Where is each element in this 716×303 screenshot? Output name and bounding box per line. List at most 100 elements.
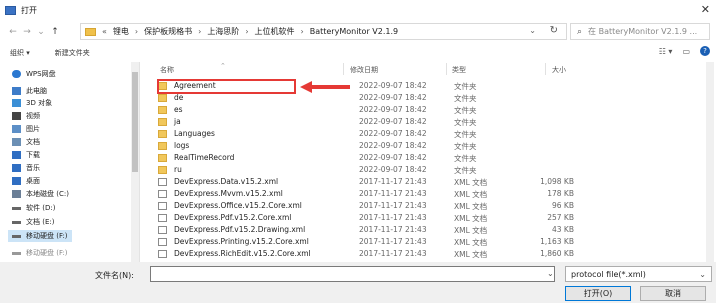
folder-row[interactable]: Languages 2022-09-07 18:42 文件夹 <box>154 128 624 140</box>
file-row[interactable]: DevExpress.Pdf.v15.2.Drawing.xml 2017-11-… <box>154 224 624 236</box>
organize-button[interactable]: 组织 ▾ <box>10 48 30 58</box>
scrollbar-thumb[interactable] <box>132 72 138 172</box>
breadcrumb-item[interactable]: 锂电 <box>113 26 129 37</box>
file-type: 文件夹 <box>454 82 477 91</box>
file-type: XML 文档 <box>454 202 488 211</box>
sidebar-item-drive-d[interactable]: 软件 (D:) <box>12 203 55 213</box>
sidebar-item-downloads[interactable]: 下载 <box>12 150 40 160</box>
cube-icon <box>12 99 21 107</box>
sidebar-item-documents[interactable]: 文档 <box>12 137 40 147</box>
folder-row[interactable]: logs 2022-09-07 18:42 文件夹 <box>154 140 624 152</box>
file-name: DevExpress.Mvvm.v15.2.xml <box>174 189 283 198</box>
file-date: 2017-11-17 21:43 <box>359 189 427 198</box>
file-row[interactable]: DevExpress.Data.v15.2.xml 2017-11-17 21:4… <box>154 176 624 188</box>
file-type: XML 文档 <box>454 226 488 235</box>
file-list-scrollbar[interactable] <box>706 62 714 262</box>
xml-file-icon <box>158 214 167 222</box>
file-type: 文件夹 <box>454 154 477 163</box>
view-options-icon[interactable]: ☷ ▾ <box>659 47 673 56</box>
search-icon: ⌕ <box>577 26 583 37</box>
filetype-value: protocol file(*.xml) <box>571 270 646 279</box>
column-header-date[interactable]: 修改日期 <box>350 65 378 75</box>
sidebar-item-drive-f[interactable]: 移动硬盘 (F:) <box>8 230 72 242</box>
chevron-right-icon[interactable]: › <box>301 27 304 36</box>
drive-icon <box>12 190 21 198</box>
file-size: 1,163 KB <box>540 237 574 246</box>
agreement-highlight-box <box>157 79 296 94</box>
back-icon[interactable]: ← <box>6 27 20 37</box>
chevron-down-icon[interactable]: ⌄ <box>529 26 536 35</box>
open-button[interactable]: 打开(O) <box>565 286 631 301</box>
file-name: logs <box>174 141 190 150</box>
sidebar-item-wps-cloud[interactable]: WPS网盘 <box>12 69 56 79</box>
forward-icon[interactable]: → <box>20 27 34 37</box>
folder-row[interactable]: ja 2022-09-07 18:42 文件夹 <box>154 116 624 128</box>
folder-row[interactable]: es 2022-09-07 18:42 文件夹 <box>154 104 624 116</box>
filename-input[interactable] <box>150 266 555 282</box>
up-icon[interactable]: ↑ <box>48 27 62 37</box>
sidebar-item-label: 软件 (D:) <box>26 204 56 212</box>
sidebar-item-label: WPS网盘 <box>26 70 56 78</box>
file-date: 2022-09-07 18:42 <box>359 129 427 138</box>
file-row[interactable]: DevExpress.Mvvm.v15.2.xml 2017-11-17 21:4… <box>154 188 624 200</box>
search-input[interactable]: ⌕ 在 BatteryMonitor V2.1.9 ... <box>570 23 710 40</box>
filetype-select[interactable]: protocol file(*.xml) ⌄ <box>565 266 712 282</box>
file-row[interactable]: DevExpress.RichEdit.v15.2.Core.xml 2017-1… <box>154 248 624 260</box>
cancel-button[interactable]: 取消 <box>640 286 706 301</box>
view-controls: ☷ ▾ ▭ ? <box>659 46 710 56</box>
chevron-right-icon[interactable]: › <box>245 27 248 36</box>
refresh-icon[interactable]: ↻ <box>550 25 558 36</box>
preview-pane-icon[interactable]: ▭ <box>682 47 690 56</box>
chevron-down-icon[interactable]: ⌄ <box>547 269 554 278</box>
file-row[interactable]: DevExpress.Printing.v15.2.Core.xml 2017-1… <box>154 236 624 248</box>
breadcrumb-item[interactable]: BatteryMonitor V2.1.9 <box>310 27 398 36</box>
sidebar-item-drive-c[interactable]: 本地磁盘 (C:) <box>12 189 69 199</box>
sidebar-item-drive-f-2[interactable]: 移动硬盘 (F:) <box>12 248 68 258</box>
chevron-right-icon[interactable]: › <box>135 27 138 36</box>
sidebar-item-drive-e[interactable]: 文档 (E:) <box>12 217 54 227</box>
column-divider[interactable] <box>446 63 447 75</box>
file-date: 2022-09-07 18:42 <box>359 81 427 90</box>
column-divider[interactable] <box>545 63 546 75</box>
breadcrumb-item[interactable]: 上海思阶 <box>207 26 239 37</box>
breadcrumb-item[interactable]: 上位机软件 <box>255 26 295 37</box>
image-icon <box>12 125 21 133</box>
file-row[interactable]: DevExpress.Office.v15.2.Core.xml 2017-11-… <box>154 200 624 212</box>
column-header-type[interactable]: 类型 <box>452 65 466 75</box>
breadcrumb-item[interactable]: 保护板规格书 <box>144 26 192 37</box>
close-icon[interactable]: ✕ <box>701 3 710 16</box>
file-name: Languages <box>174 129 215 138</box>
drive-icon <box>12 206 21 210</box>
sidebar-item-label: 移动硬盘 (F:) <box>26 249 68 257</box>
help-icon[interactable]: ? <box>700 46 710 56</box>
cloud-icon <box>12 70 21 78</box>
folder-icon <box>158 166 167 174</box>
column-header-name[interactable]: 名称 <box>160 65 174 75</box>
command-bar: 组织 ▾ 新建文件夹 ☷ ▾ ▭ ? <box>0 44 716 62</box>
dialog-footer: 文件名(N): ⌄ protocol file(*.xml) ⌄ 打开(O) 取… <box>0 262 716 303</box>
sidebar-item-pictures[interactable]: 图片 <box>12 124 40 134</box>
chevron-right-icon[interactable]: › <box>198 27 201 36</box>
sidebar-item-desktop[interactable]: 桌面 <box>12 176 40 186</box>
recent-dropdown-icon[interactable]: ⌄ <box>34 27 48 37</box>
sidebar-scrollbar[interactable] <box>131 62 139 262</box>
sidebar-item-this-pc[interactable]: 此电脑 <box>12 86 47 96</box>
folder-row[interactable]: ru 2022-09-07 18:42 文件夹 <box>154 164 624 176</box>
file-row[interactable]: DevExpress.Pdf.v15.2.Core.xml 2017-11-17 … <box>154 212 624 224</box>
breadcrumb-overflow[interactable]: « <box>102 27 107 36</box>
file-date: 2022-09-07 18:42 <box>359 153 427 162</box>
sidebar-item-label: 3D 对象 <box>26 99 53 107</box>
file-type: XML 文档 <box>454 250 488 259</box>
xml-file-icon <box>158 250 167 258</box>
red-arrow-icon <box>300 81 350 93</box>
file-date: 2022-09-07 18:42 <box>359 93 427 102</box>
sidebar-item-3d-objects[interactable]: 3D 对象 <box>12 98 52 108</box>
sidebar-item-label: 此电脑 <box>26 87 47 95</box>
sidebar-item-videos[interactable]: 视频 <box>12 111 40 121</box>
new-folder-button[interactable]: 新建文件夹 <box>55 48 90 58</box>
folder-row[interactable]: RealTimeRecord 2022-09-07 18:42 文件夹 <box>154 152 624 164</box>
column-header-size[interactable]: 大小 <box>552 65 566 75</box>
sidebar-item-music[interactable]: 音乐 <box>12 163 40 173</box>
column-divider[interactable] <box>343 63 344 75</box>
address-box[interactable]: « 锂电 › 保护板规格书 › 上海思阶 › 上位机软件 › BatteryMo… <box>80 23 567 40</box>
